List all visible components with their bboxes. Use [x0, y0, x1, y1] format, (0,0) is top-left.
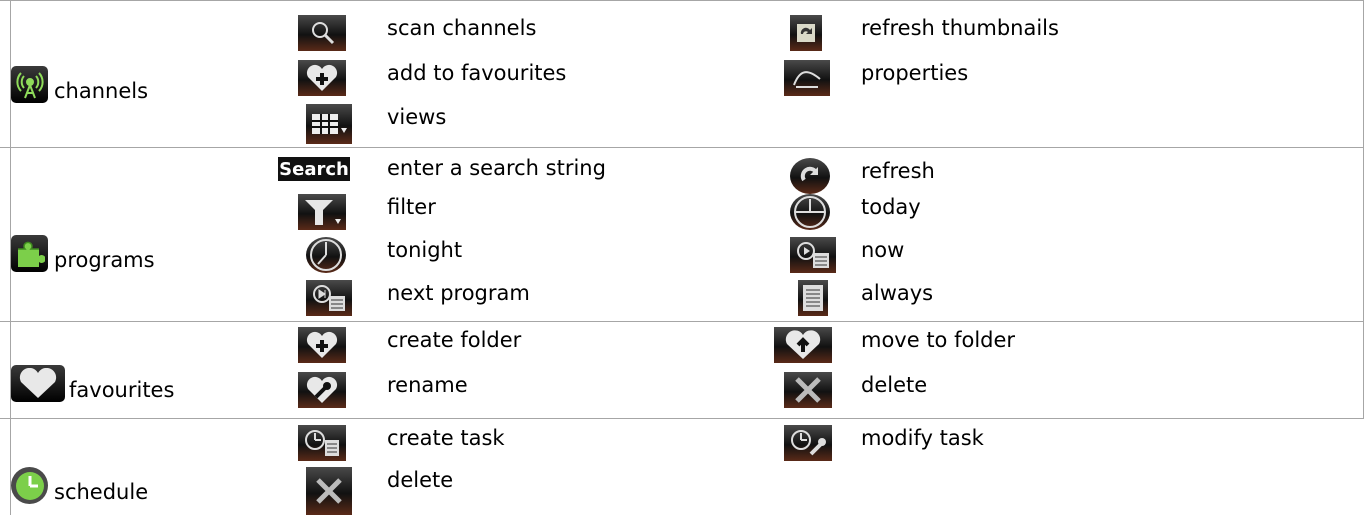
- heart-add-icon: [298, 327, 346, 363]
- clock-today-icon: [790, 194, 830, 230]
- command-label: modify task: [861, 426, 984, 450]
- command-label: views: [387, 105, 447, 129]
- refresh-icon: [790, 158, 830, 194]
- command-label: properties: [861, 61, 969, 85]
- clock-icon: [11, 467, 48, 504]
- refresh-thumbnails-icon: [790, 15, 822, 51]
- search-icon: Search: [278, 157, 350, 181]
- section-label-programs: programs: [11, 235, 155, 272]
- section-title: favourites: [69, 378, 175, 402]
- next-program-icon: [306, 280, 352, 316]
- antenna-icon: [11, 66, 48, 103]
- command-label: create folder: [387, 328, 522, 352]
- command-label: delete: [861, 373, 928, 397]
- heart-icon: [11, 365, 65, 402]
- heart-wrench-icon: [298, 372, 346, 408]
- command-label: move to folder: [861, 328, 1016, 352]
- delete-icon: [784, 372, 832, 408]
- now-icon: [790, 237, 836, 273]
- command-label: refresh: [861, 159, 935, 183]
- heart-add-icon: [298, 60, 346, 96]
- clock-tonight-icon: [306, 237, 346, 273]
- section-label-schedule: schedule: [11, 467, 148, 504]
- command-label: add to favourites: [387, 61, 567, 85]
- section-label-channels: channels: [11, 66, 148, 103]
- section-favourites: favourites create folder move to folder …: [11, 322, 1363, 418]
- filter-icon: [298, 194, 346, 230]
- command-label: refresh thumbnails: [861, 16, 1059, 40]
- command-label: create task: [387, 426, 505, 450]
- command-label: always: [861, 281, 934, 305]
- command-label: now: [861, 238, 905, 262]
- section-title: channels: [54, 79, 149, 103]
- command-label: enter a search string: [387, 156, 606, 180]
- grid-view-icon: [306, 104, 352, 144]
- command-label: delete: [387, 468, 454, 492]
- properties-icon: [784, 60, 830, 96]
- command-label: tonight: [387, 238, 463, 262]
- puzzle-icon: [11, 235, 48, 272]
- command-label: filter: [387, 195, 436, 219]
- command-reference-table: channels scan channels refresh thumbnail…: [0, 0, 1364, 515]
- section-title: programs: [54, 248, 155, 272]
- list-icon: [798, 280, 828, 316]
- command-label: today: [861, 195, 921, 219]
- section-channels: channels scan channels refresh thumbnail…: [11, 0, 1363, 147]
- task-modify-icon: [784, 425, 832, 461]
- command-label: scan channels: [387, 16, 537, 40]
- section-label-favourites: favourites: [11, 365, 174, 402]
- command-label: rename: [387, 373, 468, 397]
- section-programs: programs Search enter a search string re…: [11, 148, 1363, 321]
- section-schedule: schedule create task modify task delete: [11, 419, 1363, 515]
- scan-icon: [298, 15, 346, 51]
- command-label: next program: [387, 281, 530, 305]
- heart-up-icon: [774, 327, 832, 363]
- task-create-icon: [298, 425, 346, 461]
- section-title: schedule: [54, 480, 149, 504]
- delete-icon: [306, 467, 352, 515]
